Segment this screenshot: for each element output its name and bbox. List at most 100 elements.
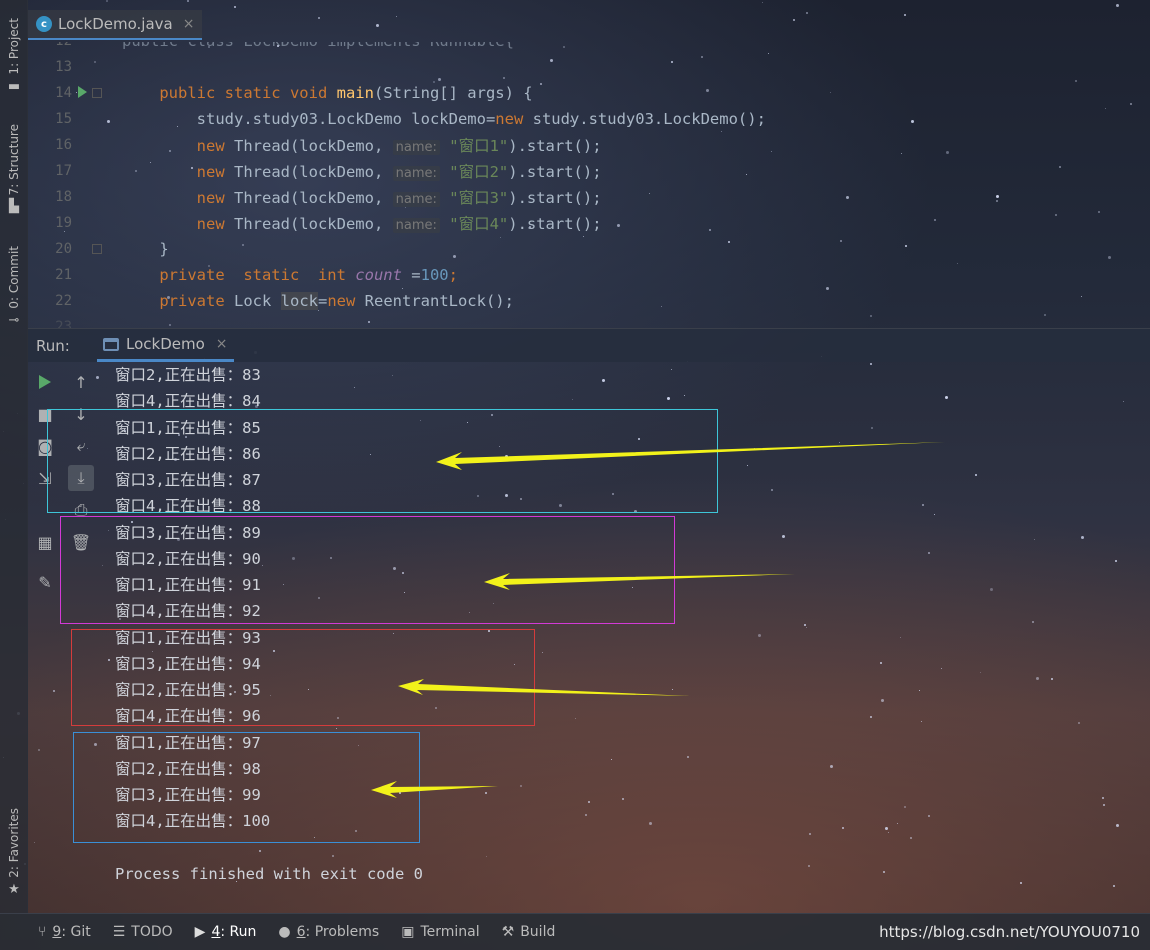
- run-tab-label: LockDemo: [126, 335, 205, 353]
- star-dot: [806, 12, 808, 14]
- star-dot: [904, 14, 906, 16]
- line-number: 22: [55, 293, 72, 309]
- param-hint: name:: [392, 192, 440, 207]
- project-tab-label: 1: Project: [7, 18, 21, 75]
- code-text: public class LockDemo implements Runnabl…: [122, 42, 514, 50]
- line-number: 19: [55, 215, 72, 231]
- star-dot: [34, 842, 35, 843]
- fold-icon[interactable]: [92, 88, 102, 98]
- run-tool-button[interactable]: ▶ 4: Run: [195, 924, 257, 940]
- line-number: 13: [55, 59, 72, 75]
- star-dot: [376, 24, 379, 27]
- terminal-icon: ▣: [401, 924, 415, 940]
- code-line-14: 14 public static void main(String[] args…: [28, 80, 1150, 106]
- code-line-18: 18 new Thread(lockDemo, name: "窗口3").sta…: [28, 184, 1150, 210]
- highlight-box-group-1: [47, 409, 718, 513]
- commit-tab-label: 0: Commit: [7, 246, 21, 309]
- console-line: 窗口2,正在出售：83: [115, 366, 261, 384]
- run-label: Run:: [36, 336, 70, 355]
- bottom-tool-bar: ⑂ 9: Git ☰ TODO ▶ 4: Run ● 6: Problems ▣…: [0, 913, 1150, 950]
- line-number: 18: [55, 189, 72, 205]
- line-number: 17: [55, 163, 72, 179]
- star-dot: [396, 16, 397, 17]
- pin-icon: ✎: [38, 572, 52, 592]
- star-dot: [187, 0, 189, 2]
- run-tool-window-header: Run: LockDemo ×: [28, 328, 1150, 362]
- star-dot: [1116, 824, 1119, 827]
- problems-tool-button[interactable]: ● 6: Problems: [278, 924, 379, 940]
- code-line-17: 17 new Thread(lockDemo, name: "窗口2").sta…: [28, 158, 1150, 184]
- star-dot: [793, 19, 795, 21]
- layout-button[interactable]: ▦: [32, 529, 58, 555]
- run-main-icon[interactable]: [78, 86, 87, 98]
- line-number: 21: [55, 267, 72, 283]
- editor-tab-label: LockDemo.java: [58, 15, 173, 33]
- scroll-up-button[interactable]: ↑: [68, 369, 94, 395]
- param-hint: name:: [392, 140, 440, 155]
- commit-tool-tab[interactable]: 0: Commit ⊸: [4, 246, 24, 328]
- code-line-19: 19 new Thread(lockDemo, name: "窗口4").sta…: [28, 210, 1150, 236]
- hammer-icon: ⚒: [501, 924, 515, 940]
- project-tool-tab[interactable]: 1: Project ▬: [4, 18, 24, 94]
- line-number: 14: [55, 85, 72, 101]
- star-dot: [1115, 560, 1117, 562]
- folder-icon: ▬: [7, 78, 21, 94]
- watermark-url: https://blog.csdn.net/YOUYOU0710: [879, 923, 1140, 941]
- layout-icon: ▦: [37, 532, 53, 552]
- star-dot: [1123, 401, 1124, 402]
- highlight-box-group-4: [73, 732, 420, 843]
- favorites-tool-tab[interactable]: 2: Favorites ★: [4, 808, 24, 897]
- star-dot: [53, 690, 55, 692]
- star-icon: ★: [8, 881, 20, 897]
- left-tool-strip: 1: Project ▬ 7: Structure ▙ 0: Commit ⊸ …: [0, 0, 28, 913]
- param-hint: name:: [392, 166, 440, 181]
- param-hint: name:: [392, 218, 440, 233]
- line-number: 23: [55, 319, 72, 328]
- line-number: 16: [55, 137, 72, 153]
- list-icon: ☰: [112, 924, 126, 940]
- star-dot: [38, 749, 40, 751]
- pin-tab-button[interactable]: ✎: [32, 569, 58, 595]
- close-tab-icon[interactable]: ×: [183, 16, 195, 32]
- favorites-tab-label: 2: Favorites: [7, 808, 21, 878]
- code-line-22: 22 private Lock lock=new ReentrantLock()…: [28, 288, 1150, 314]
- code-line-16: 16 new Thread(lockDemo, name: "窗口1").sta…: [28, 132, 1150, 158]
- arrow-up-icon: ↑: [74, 372, 88, 392]
- java-class-icon: c: [36, 16, 52, 32]
- info-icon: ●: [278, 924, 291, 940]
- close-run-tab-icon[interactable]: ×: [216, 336, 228, 352]
- star-dot: [234, 6, 236, 8]
- star-dot: [106, 0, 108, 2]
- line-number: 12: [28, 42, 72, 49]
- run-tab-lockdemo[interactable]: LockDemo ×: [97, 330, 234, 362]
- code-line-23: 23: [28, 314, 1150, 328]
- code-editor[interactable]: 12 public class LockDemo implements Runn…: [28, 42, 1150, 328]
- console-line: Process finished with exit code 0: [115, 864, 423, 883]
- code-line-13: 13: [28, 54, 1150, 80]
- star-dot: [1116, 4, 1119, 7]
- star-dot: [762, 2, 763, 3]
- code-line-21: 21 private static int count =100;: [28, 262, 1150, 288]
- build-tool-button[interactable]: ⚒ Build: [502, 924, 556, 940]
- code-line-15: 15 study.study03.LockDemo lockDemo=new s…: [28, 106, 1150, 132]
- rerun-button[interactable]: [32, 369, 58, 395]
- terminal-tool-button[interactable]: ▣ Terminal: [401, 924, 479, 940]
- line-number: 15: [55, 111, 72, 127]
- play-icon: [39, 375, 51, 389]
- git-branch-icon: ⑂: [38, 924, 47, 940]
- commit-icon: ⊸: [8, 312, 20, 328]
- editor-tab-lockdemo[interactable]: c LockDemo.java ×: [28, 10, 203, 40]
- star-dot: [318, 17, 320, 19]
- structure-icon: ▙: [9, 199, 19, 215]
- editor-tab-bar: c LockDemo.java ×: [28, 8, 203, 42]
- structure-tab-label: 7: Structure: [7, 124, 21, 196]
- highlight-box-group-2: [60, 516, 675, 624]
- star-dot: [96, 376, 99, 379]
- todo-tool-button[interactable]: ☰ TODO: [113, 924, 173, 940]
- git-tool-button[interactable]: ⑂ 9: Git: [38, 924, 91, 940]
- structure-tool-tab[interactable]: 7: Structure ▙: [4, 124, 24, 214]
- fold-icon[interactable]: [92, 244, 102, 254]
- line-number: 20: [55, 241, 72, 257]
- console-icon: [103, 337, 119, 351]
- code-line-20: 20 }: [28, 236, 1150, 262]
